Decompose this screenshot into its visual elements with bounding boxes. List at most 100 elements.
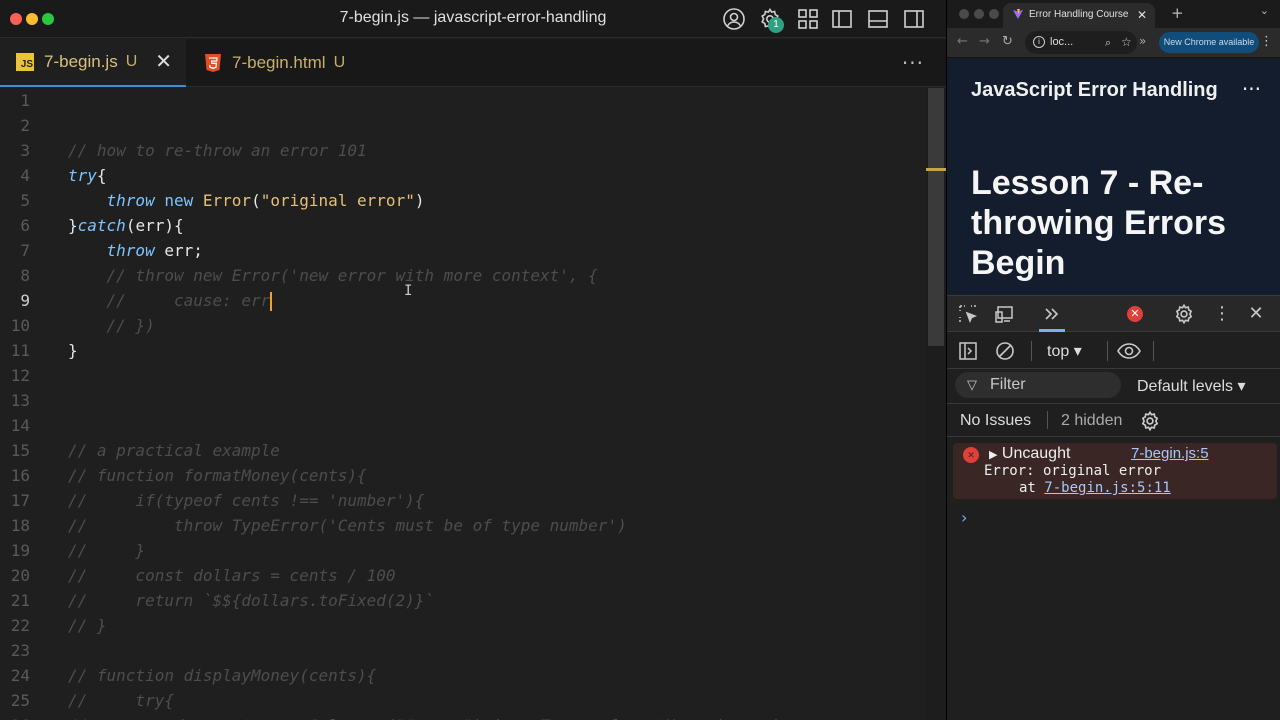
line-number: 7: [20, 241, 30, 260]
code-line[interactable]: 26 // document.querySelector("#money").in…: [0, 713, 920, 720]
devtools-settings-gear-icon[interactable]: [1173, 303, 1195, 325]
code-line[interactable]: 14: [0, 413, 920, 438]
console-tab-icon[interactable]: [1041, 303, 1063, 325]
toolbar-divider: [1031, 341, 1032, 361]
code-line[interactable]: 1: [0, 88, 920, 113]
code-line[interactable]: 18 // throw TypeError('Cents must be of t…: [0, 513, 920, 538]
error-count-icon[interactable]: ✕: [1127, 306, 1143, 322]
code-line[interactable]: 23: [0, 638, 920, 663]
code-line[interactable]: 24 // function displayMoney(cents){: [0, 663, 920, 688]
console-prompt[interactable]: ›: [961, 508, 967, 527]
close-browser-tab-button[interactable]: ✕: [1137, 3, 1147, 27]
inspect-element-icon[interactable]: [957, 303, 979, 325]
code-line[interactable]: 3 // how to re-throw an error 101: [0, 138, 920, 163]
code-line[interactable]: 12: [0, 363, 920, 388]
tab-7-begin-html[interactable]: 7-begin.html U: [188, 39, 378, 87]
customize-layout-icon[interactable]: [796, 7, 820, 31]
clear-console-icon[interactable]: [994, 340, 1016, 362]
reload-icon[interactable]: ↻: [1002, 34, 1013, 49]
address-text: loc...: [1050, 36, 1074, 48]
tab-7-begin-js[interactable]: JS 7-begin.js U ✕: [0, 39, 186, 87]
site-info-icon[interactable]: i: [1033, 36, 1045, 48]
code-line[interactable]: 20 // const dollars = cents / 100: [0, 563, 920, 588]
code-line[interactable]: 10 // }): [0, 313, 920, 338]
console-settings-gear-icon[interactable]: [1139, 410, 1161, 432]
line-number: 12: [10, 366, 30, 385]
scrollbar-thumb[interactable]: [928, 88, 944, 346]
code-line[interactable]: 5 throw new Error("original error"): [0, 188, 920, 213]
untracked-badge: U: [125, 53, 138, 70]
code-line[interactable]: 15 // a practical example: [0, 438, 920, 463]
code-line[interactable]: 8 // throw new Error('new error with mor…: [0, 263, 920, 288]
code-line[interactable]: 13: [0, 388, 920, 413]
tab-search-chevron-icon[interactable]: ⌄: [1260, 4, 1269, 17]
console-sidebar-icon[interactable]: [957, 340, 979, 362]
more-actions-button[interactable]: ···: [902, 51, 924, 75]
error-expand-toggle[interactable]: ▶ Uncaught: [989, 445, 1070, 463]
browser-window: Error Handling Course ✕ + ⌄ ← → ↻ i loc.…: [946, 0, 1280, 720]
stack-frame-link[interactable]: 7-begin.js:5:11: [1044, 480, 1170, 496]
code-line[interactable]: 17 // if(typeof cents !== 'number'){: [0, 488, 920, 513]
live-expression-eye-icon[interactable]: [1116, 340, 1142, 362]
line-number: 10: [10, 316, 30, 335]
console-error-message[interactable]: ✕ ▶ Uncaught 7-begin.js:5 Error: origina…: [953, 443, 1277, 499]
filter-funnel-icon: ▽: [967, 377, 977, 392]
code-line[interactable]: 25 // try{: [0, 688, 920, 713]
line-number: 22: [10, 616, 30, 635]
code-line[interactable]: 9 // cause: err: [0, 288, 920, 313]
code-line[interactable]: 7 throw err;: [0, 238, 920, 263]
scrollbar-cursor-marker: [926, 168, 946, 171]
code-text: // return `$${dollars.toFixed(2)}`: [68, 591, 435, 610]
device-toolbar-icon[interactable]: [994, 303, 1016, 325]
html-file-icon: [205, 54, 221, 72]
account-icon[interactable]: [722, 7, 746, 31]
code-text: // a practical example: [68, 441, 280, 460]
text-cursor: [270, 292, 273, 311]
devtools-panel: ✕ ⋮ ✕ top ▾ ▽ Filter Default levels ▾ No…: [947, 295, 1280, 720]
code-line[interactable]: 19 // }: [0, 538, 920, 563]
code-text: // }: [68, 541, 146, 560]
extensions-chevron-icon[interactable]: »: [1139, 34, 1146, 48]
toggle-secondary-sidebar-icon[interactable]: [902, 7, 926, 31]
maximize-window-button[interactable]: [989, 9, 999, 19]
toggle-primary-sidebar-icon[interactable]: [830, 7, 854, 31]
toggle-panel-icon[interactable]: [866, 7, 890, 31]
toolbar-divider: [1107, 341, 1108, 361]
code-line[interactable]: 11}: [0, 338, 920, 363]
code-text: }: [68, 341, 78, 360]
error-source-link[interactable]: 7-begin.js:5: [1131, 445, 1209, 462]
javascript-file-icon: JS: [16, 53, 34, 71]
address-bar[interactable]: i loc... ⌕ ☆: [1025, 31, 1137, 54]
context-selector[interactable]: top ▾: [1047, 341, 1082, 361]
code-line[interactable]: 22 // }: [0, 613, 920, 638]
browser-tab[interactable]: Error Handling Course ✕: [1003, 3, 1155, 28]
new-tab-button[interactable]: +: [1171, 4, 1184, 22]
close-window-button[interactable]: [959, 9, 969, 19]
log-levels-dropdown[interactable]: Default levels ▾: [1137, 376, 1246, 396]
code-line[interactable]: 21 // return `$${dollars.toFixed(2)}`: [0, 588, 920, 613]
page-menu-icon[interactable]: ···: [1242, 77, 1261, 101]
code-editor[interactable]: 1 2 3// how to re-throw an error 101 4 try{5…: [0, 88, 946, 720]
browser-menu-icon[interactable]: ⋮: [1260, 34, 1273, 49]
minimize-window-button[interactable]: [974, 9, 984, 19]
devtools-menu-icon[interactable]: ⋮: [1211, 303, 1233, 325]
code-line[interactable]: 2: [0, 113, 920, 138]
line-number: 1: [20, 91, 30, 110]
issues-count[interactable]: No Issues: [960, 412, 1031, 430]
forward-arrow-icon[interactable]: →: [979, 34, 990, 49]
code-line[interactable]: 6}catch(err){: [0, 213, 920, 238]
line-number: 3: [20, 141, 30, 160]
close-devtools-icon[interactable]: ✕: [1245, 303, 1267, 325]
code-line[interactable]: 4 try{: [0, 163, 920, 188]
console-filter-input[interactable]: ▽ Filter: [955, 372, 1121, 398]
code-text: }catch(err){: [68, 216, 184, 235]
back-arrow-icon[interactable]: ←: [957, 34, 968, 49]
close-tab-button[interactable]: ✕: [155, 52, 172, 72]
toolbar-divider: [1047, 411, 1048, 429]
lesson-heading: Lesson 7 - Re-throwing Errors Begin: [971, 164, 1227, 282]
new-chrome-available-button[interactable]: New Chrome available: [1159, 32, 1259, 53]
bookmark-star-icon[interactable]: ☆: [1121, 31, 1132, 54]
zoom-icon[interactable]: ⌕: [1105, 32, 1111, 55]
line-number: 8: [20, 266, 30, 285]
code-line[interactable]: 16 // function formatMoney(cents){: [0, 463, 920, 488]
